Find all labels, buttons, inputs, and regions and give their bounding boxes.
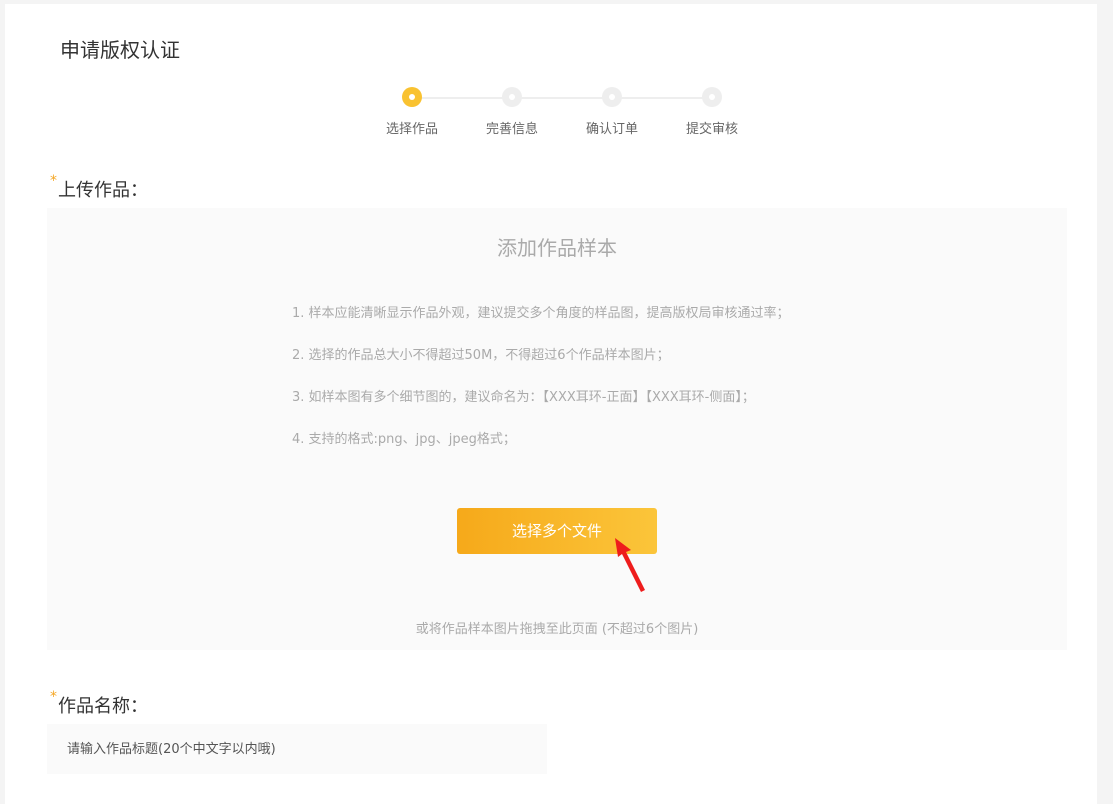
work-name-label-text: 作品名称： (58, 696, 148, 717)
upload-dropzone[interactable]: 添加作品样本 1. 样本应能清晰显示作品外观，建议提交多个角度的样品图，提高版权… (47, 208, 1067, 650)
form-card: 申请版权认证 选择作品 完善信息 确认订单 提交审核 *上传作品： 添加作品样本… (5, 4, 1097, 804)
step-label: 确认订单 (585, 122, 638, 137)
stepper-track (412, 97, 712, 99)
step-dot-active (402, 87, 422, 107)
step-label: 提交审核 (685, 122, 738, 137)
upload-rules: 1. 样本应能清晰显示作品外观，建议提交多个角度的样品图，提高版权局审核通过率；… (292, 304, 790, 472)
step-complete-info: 完善信息 (477, 87, 547, 137)
rule-item: 4. 支持的格式:png、jpg、jpeg格式； (292, 432, 516, 447)
work-name-section-label: *作品名称： (50, 689, 148, 718)
step-label: 选择作品 (385, 122, 438, 137)
required-mark: * (50, 173, 57, 189)
upload-title: 添加作品样本 (497, 236, 617, 260)
drop-hint: 或将作品样本图片拖拽至此页面 (不超过6个图片) (415, 622, 699, 637)
step-label: 完善信息 (485, 122, 538, 137)
progress-stepper: 选择作品 完善信息 确认订单 提交审核 (377, 87, 747, 147)
required-mark: * (50, 689, 57, 705)
upload-section-label: *上传作品： (50, 173, 148, 202)
rule-item: 1. 样本应能清晰显示作品外观，建议提交多个角度的样品图，提高版权局审核通过率； (292, 306, 790, 321)
step-dot (702, 87, 722, 107)
step-dot (602, 87, 622, 107)
step-submit-review: 提交审核 (677, 87, 747, 137)
step-confirm-order: 确认订单 (577, 87, 647, 137)
rule-item: 2. 选择的作品总大小不得超过50M，不得超过6个作品样本图片； (292, 348, 670, 363)
page-title: 申请版权认证 (60, 38, 180, 62)
red-arrow-icon (615, 538, 645, 592)
step-dot (502, 87, 522, 107)
rule-item: 3. 如样本图有多个细节图的，建议命名为：【XXX耳环-正面】【XXX耳环-侧面… (292, 390, 755, 405)
work-title-input[interactable] (47, 724, 547, 774)
upload-label-text: 上传作品： (58, 180, 148, 201)
step-select-work: 选择作品 (377, 87, 447, 137)
